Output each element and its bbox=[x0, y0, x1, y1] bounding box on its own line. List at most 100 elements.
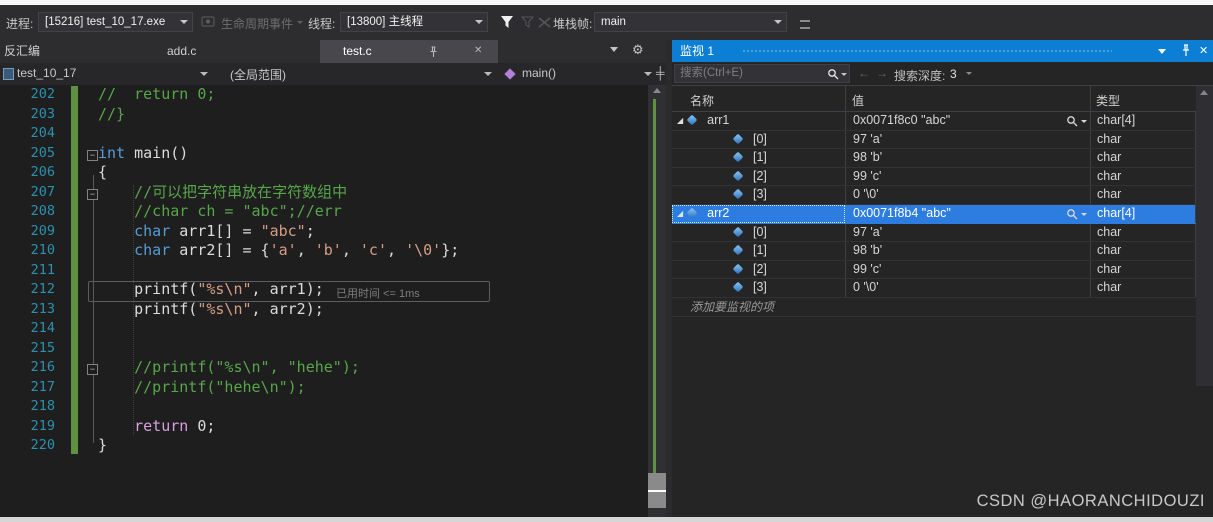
code-line[interactable]: 206 { bbox=[0, 163, 648, 183]
search-input[interactable]: 搜索(Ctrl+E) bbox=[674, 64, 850, 83]
watch-row-[0][interactable]: [0] 97 'a' char bbox=[672, 130, 1196, 150]
search-depth-value[interactable]: 3 bbox=[950, 67, 957, 81]
search-forward-arrow-icon[interactable]: → bbox=[876, 66, 888, 80]
watch-value[interactable]: 0x0071f8b4 "abc" bbox=[853, 206, 951, 220]
watch-search-row: 搜索(Ctrl+E) ← → 搜索深度: 3 bbox=[672, 62, 1213, 86]
watch-row-[1][interactable]: [1] 98 'b' char bbox=[672, 149, 1196, 168]
watch-value[interactable]: 97 'a' bbox=[853, 225, 882, 239]
toolbar-overflow-grip[interactable] bbox=[800, 20, 810, 29]
search-icon[interactable] bbox=[827, 68, 839, 80]
search-back-arrow-icon[interactable]: ← bbox=[858, 66, 870, 80]
code-line[interactable]: 208 //char ch = "abc";//err bbox=[0, 202, 648, 222]
code-token: arr2[] = { bbox=[170, 241, 270, 259]
watch-value[interactable]: 0x0071f8c0 "abc" bbox=[853, 113, 950, 127]
magnifier-visualizer-icon[interactable] bbox=[1066, 206, 1087, 223]
pin-icon[interactable] bbox=[1180, 44, 1192, 57]
stackframe-dropdown[interactable]: main bbox=[594, 12, 787, 32]
column-type[interactable]: 类型 bbox=[1096, 92, 1120, 109]
watch-row-[0][interactable]: [0] 97 'a' char bbox=[672, 223, 1196, 243]
watch-name[interactable]: arr1 bbox=[707, 113, 729, 127]
code-line[interactable]: 202 // return 0; bbox=[0, 85, 648, 105]
watch-name[interactable]: [0] bbox=[753, 132, 767, 146]
watch-value[interactable]: 0 '\0' bbox=[853, 280, 879, 294]
tab-list-chevron-icon[interactable] bbox=[610, 47, 618, 52]
watch-name[interactable]: [1] bbox=[753, 243, 767, 257]
add-watch-item-row[interactable]: 添加要监视的项 bbox=[672, 298, 1196, 317]
filter-threads-icon[interactable] bbox=[500, 15, 514, 29]
watch-row-arr2[interactable]: ◢ arr2 0x0071f8b4 "abc" char[4] bbox=[672, 204, 1196, 224]
navbar-scope-dropdown[interactable]: (全局范围) bbox=[230, 66, 286, 83]
watch-row-[2][interactable]: [2] 99 'c' char bbox=[672, 260, 1196, 280]
watch-row-[3][interactable]: [3] 0 '\0' char bbox=[672, 279, 1196, 298]
watch-value[interactable]: 98 'b' bbox=[853, 243, 882, 257]
watch-titlebar[interactable]: 监视 1 ✕ bbox=[672, 40, 1213, 62]
fold-collapse-icon[interactable]: − bbox=[87, 364, 98, 375]
line-number: 218 bbox=[30, 398, 55, 414]
column-value[interactable]: 值 bbox=[852, 92, 864, 109]
navbar-method-dropdown[interactable]: main() bbox=[522, 66, 556, 80]
pin-icon[interactable] bbox=[428, 46, 439, 58]
watch-row-arr1[interactable]: ◢ arr1 0x0071f8c0 "abc" char[4] bbox=[672, 112, 1196, 131]
project-icon bbox=[3, 68, 14, 80]
column-name[interactable]: 名称 bbox=[690, 92, 714, 109]
code-line[interactable]: 210 char arr2[] = {'a', 'b', 'c', '\0'}; bbox=[0, 241, 648, 261]
lifecycle-events-icon[interactable] bbox=[201, 15, 215, 28]
lifecycle-events-button[interactable]: 生命周期事件 bbox=[221, 15, 293, 32]
tab-test.c[interactable]: test.c ✕ bbox=[320, 40, 498, 63]
expand-arrow-icon[interactable]: ◢ bbox=[677, 205, 683, 223]
fold-collapse-icon[interactable]: − bbox=[87, 188, 98, 200]
watch-name[interactable]: arr2 bbox=[707, 206, 729, 220]
split-editor-icon[interactable]: ╪ bbox=[656, 66, 665, 80]
magnifier-visualizer-icon[interactable] bbox=[1066, 113, 1087, 130]
gear-icon[interactable]: ⚙ bbox=[632, 42, 644, 58]
watch-name[interactable]: [2] bbox=[753, 262, 767, 276]
expand-arrow-icon[interactable]: ◢ bbox=[677, 112, 683, 130]
watch-row-[2][interactable]: [2] 99 'c' char bbox=[672, 167, 1196, 187]
watch-value[interactable]: 98 'b' bbox=[853, 150, 882, 164]
watch-value[interactable]: 99 'c' bbox=[853, 169, 881, 183]
watch-name[interactable]: [2] bbox=[753, 169, 767, 183]
column-divider[interactable] bbox=[845, 86, 846, 112]
watch-scrollbar[interactable] bbox=[1196, 86, 1213, 386]
tab-反汇编[interactable]: 反汇编 bbox=[0, 40, 62, 63]
code-line[interactable]: 203 //} bbox=[0, 105, 648, 125]
flag-threads-icon[interactable] bbox=[521, 16, 535, 29]
close-icon[interactable]: ✕ bbox=[1199, 40, 1208, 62]
watch-row-[1][interactable]: [1] 98 'b' char bbox=[672, 242, 1196, 261]
line-number: 204 bbox=[30, 125, 55, 141]
watch-row-[3][interactable]: [3] 0 '\0' char bbox=[672, 186, 1196, 205]
watch-name[interactable]: [1] bbox=[753, 150, 767, 164]
scroll-up-arrow-icon[interactable] bbox=[1200, 90, 1208, 95]
scroll-up-arrow-icon[interactable] bbox=[653, 88, 661, 93]
code-line[interactable]: 211 bbox=[0, 261, 648, 281]
code-editor[interactable]: 202// return 0; 203//} 204 205 int main() 206… bbox=[0, 85, 648, 517]
code-line[interactable]: 218 bbox=[0, 397, 648, 417]
watch-value[interactable]: 99 'c' bbox=[853, 262, 881, 276]
code-line[interactable]: 204 bbox=[0, 124, 648, 144]
tab-add.c[interactable]: add.c bbox=[140, 40, 220, 63]
navbar-project-dropdown[interactable]: test_10_17 bbox=[17, 66, 76, 80]
crossed-arrows-icon[interactable] bbox=[538, 16, 552, 29]
watch-value[interactable]: 97 'a' bbox=[853, 132, 882, 146]
code-line[interactable]: 215 bbox=[0, 339, 648, 359]
code-line[interactable]: 220} bbox=[0, 436, 648, 456]
code-line[interactable]: 219 return 0; bbox=[0, 417, 648, 437]
code-line[interactable]: 217 //printf("hehe\n"); bbox=[0, 378, 648, 398]
code-line[interactable]: 214 bbox=[0, 319, 648, 339]
watch-name[interactable]: [3] bbox=[753, 280, 767, 294]
editor-scrollbar[interactable] bbox=[648, 85, 666, 517]
code-token: //} bbox=[98, 104, 126, 123]
watch-name[interactable]: [3] bbox=[753, 187, 767, 201]
thread-dropdown[interactable]: [13800] 主线程 bbox=[340, 12, 488, 32]
close-icon[interactable]: ✕ bbox=[474, 40, 482, 62]
fold-collapse-icon[interactable]: − bbox=[87, 149, 98, 161]
watch-value[interactable]: 0 '\0' bbox=[853, 187, 879, 201]
titlebar-grip bbox=[742, 49, 1112, 53]
code-line[interactable]: 213 printf("%s\n", arr2); bbox=[0, 300, 648, 320]
window-position-chevron-icon[interactable] bbox=[1158, 49, 1166, 54]
column-divider[interactable] bbox=[1090, 86, 1091, 112]
process-dropdown[interactable]: [15216] test_10_17.exe bbox=[38, 12, 193, 32]
watch-name[interactable]: [0] bbox=[753, 225, 767, 239]
code-token: , arr2); bbox=[251, 299, 324, 318]
code-line[interactable]: 209 char arr1[] = "abc"; bbox=[0, 222, 648, 242]
